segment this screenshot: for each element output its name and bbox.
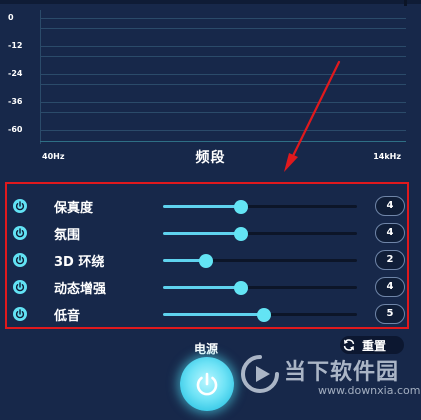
effects-panel: 保真度 4 氛围 4 3D 环绕 2 动态增强 4 低音 5 — [5, 182, 409, 329]
control-row-3d-surround: 3D 环绕 2 — [7, 247, 407, 273]
power-icon — [196, 372, 218, 396]
slider-thumb[interactable] — [198, 254, 213, 268]
grid-line — [40, 112, 406, 113]
control-row-bass: 低音 5 — [7, 301, 407, 327]
slider-fill — [163, 313, 264, 316]
power-label: 电源 — [194, 342, 219, 356]
ambience-slider[interactable] — [163, 227, 357, 241]
surround-slider[interactable] — [163, 254, 357, 268]
graph-axis-line — [40, 10, 41, 144]
grid-line — [40, 84, 406, 85]
grid-line — [40, 74, 406, 75]
control-label: 氛围 — [54, 228, 81, 243]
slider-fill — [163, 286, 241, 289]
dynamic-boost-slider[interactable] — [163, 281, 357, 295]
graph-baseline — [40, 141, 406, 142]
x-axis-title: 频段 — [195, 150, 226, 166]
control-label: 保真度 — [54, 201, 94, 216]
watermark-url: www.downxia.com — [318, 384, 421, 397]
slider-thumb[interactable] — [233, 200, 248, 214]
y-tick-label: -12 — [8, 41, 23, 50]
watermark-brand: 当下软件园 — [284, 360, 400, 385]
slider-thumb[interactable] — [233, 281, 248, 295]
x-axis-max-label: 14kHz — [373, 152, 401, 161]
fidelity-slider[interactable] — [163, 200, 357, 214]
control-label: 动态增强 — [54, 282, 107, 297]
control-row-fidelity: 保真度 4 — [7, 193, 407, 219]
main-power-button[interactable] — [180, 357, 234, 411]
grid-line — [40, 46, 406, 47]
grid-line — [40, 102, 406, 103]
slider-fill — [163, 205, 241, 208]
spectrum-graph: 0 -12 -24 -36 -60 — [0, 4, 421, 144]
power-icon[interactable] — [13, 280, 27, 294]
value-badge: 2 — [375, 250, 405, 270]
power-icon[interactable] — [13, 199, 27, 213]
grid-line — [40, 56, 406, 57]
grid-line — [40, 130, 406, 131]
value-badge: 5 — [375, 304, 405, 324]
y-tick-label: -24 — [8, 69, 23, 78]
bass-slider[interactable] — [163, 308, 357, 322]
slider-thumb[interactable] — [233, 227, 248, 241]
slider-fill — [163, 232, 241, 235]
control-label: 3D 环绕 — [54, 255, 105, 270]
watermark: 当下软件园 www.downxia.com — [240, 348, 420, 410]
slider-thumb[interactable] — [256, 308, 271, 322]
power-icon[interactable] — [13, 307, 27, 321]
y-tick-label: 0 — [8, 13, 14, 22]
control-label: 低音 — [54, 309, 81, 324]
value-badge: 4 — [375, 196, 405, 216]
power-icon[interactable] — [13, 253, 27, 267]
brand-logo-icon — [241, 355, 279, 393]
value-badge: 4 — [375, 277, 405, 297]
y-tick-label: -60 — [8, 125, 23, 134]
control-row-dynamic-boost: 动态增强 4 — [7, 274, 407, 300]
control-row-ambience: 氛围 4 — [7, 220, 407, 246]
power-icon[interactable] — [13, 226, 27, 240]
value-badge: 4 — [375, 223, 405, 243]
grid-line — [40, 28, 406, 29]
y-tick-label: -36 — [8, 97, 23, 106]
grid-line — [40, 18, 406, 19]
